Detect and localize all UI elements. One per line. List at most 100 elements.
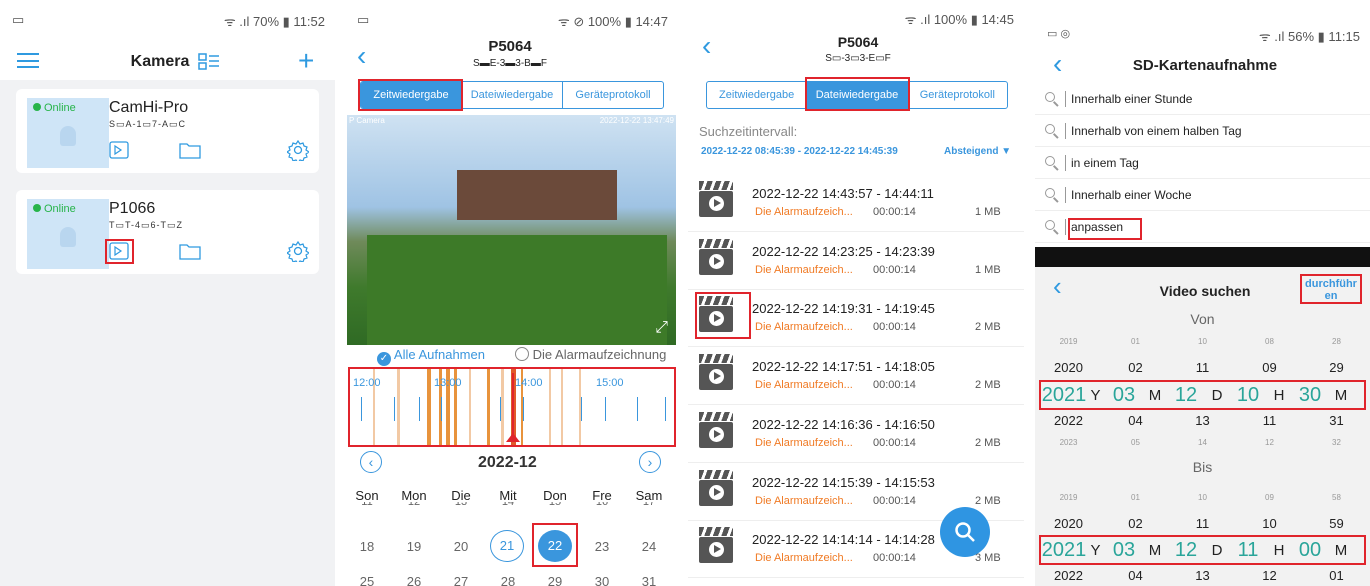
picker-selected-row[interactable]: 2021 Y 03 M 12 D 10 H 30 M: [1039, 380, 1366, 410]
back-icon[interactable]: ‹: [357, 40, 366, 72]
tab-file-playback[interactable]: Dateiwiedergabe: [462, 82, 563, 108]
radio-unchecked-icon: [515, 347, 529, 361]
picker-value: 2021: [1041, 383, 1087, 406]
folder-icon[interactable]: [179, 141, 201, 164]
fullscreen-icon[interactable]: ⤢: [655, 319, 668, 337]
back-icon[interactable]: ‹: [1053, 48, 1062, 80]
tab-device-log[interactable]: Geräteprotokoll: [908, 82, 1007, 108]
add-icon[interactable]: +: [298, 47, 314, 75]
tab-time-playback[interactable]: Zeitwiedergabe: [361, 82, 462, 108]
calendar-day[interactable]: 24: [629, 539, 669, 554]
recording-marker: [469, 369, 471, 445]
camera-name: CamHi-Pro: [109, 99, 189, 116]
settings-gear-icon[interactable]: [285, 240, 311, 267]
camera-thumbnail[interactable]: Online: [27, 199, 109, 269]
picker-unit: Y: [1090, 386, 1101, 404]
timeline-tick: [637, 397, 638, 421]
camera-card[interactable]: Online CamHi-Pro S▭A-1▭7-A▭C: [16, 89, 319, 173]
calendar-day[interactable]: 20: [441, 539, 481, 554]
calendar-day[interactable]: 12: [394, 502, 434, 508]
radio-all-recordings[interactable]: ✓ Alle Aufnahmen: [377, 347, 485, 366]
calendar-day-selected[interactable]: 22: [538, 530, 572, 562]
picker-title: Video suchen: [1159, 283, 1251, 299]
search-button[interactable]: [940, 507, 990, 557]
picker-value: 09: [1262, 360, 1277, 375]
picker-value: 11: [1237, 538, 1259, 561]
calendar-day[interactable]: 27: [441, 574, 481, 586]
picker-value: 2020: [1054, 516, 1083, 531]
calendar-day[interactable]: 15: [535, 502, 575, 508]
recording-size: 2 MB: [975, 321, 1001, 333]
picker-row: 2020 02 11 09 29: [1035, 360, 1370, 375]
recording-row[interactable]: 2022-12-22 14:23:25 - 14:23:39 Die Alarm…: [688, 227, 1024, 290]
calendar-day-recorded[interactable]: 21: [490, 530, 524, 562]
picker-value: 13: [1195, 413, 1210, 428]
device-serial: S▬E-3▬3-B▬F: [473, 58, 547, 69]
calendar-day[interactable]: 18: [347, 539, 387, 554]
calendar-day[interactable]: 16: [582, 502, 622, 508]
search-option[interactable]: Innerhalb von einem halben Tag: [1035, 115, 1370, 147]
timeline[interactable]: 12:00 13:00 14:00 15:00: [349, 368, 675, 446]
page-title: SD-Kartenaufnahme: [1132, 57, 1278, 74]
option-label: Innerhalb von einem halben Tag: [1071, 124, 1242, 138]
camera-thumbnail[interactable]: Online: [27, 98, 109, 168]
recording-time: 2022-12-22 14:15:39 - 14:15:53: [752, 475, 935, 490]
search-option[interactable]: in einem Tag: [1035, 147, 1370, 179]
search-option[interactable]: anpassen: [1035, 211, 1370, 243]
calendar-day[interactable]: 31: [629, 574, 669, 586]
execute-button[interactable]: durchführen: [1300, 274, 1362, 304]
next-month-icon[interactable]: ›: [639, 451, 661, 473]
playback-icon[interactable]: [109, 141, 129, 164]
tab-time-playback[interactable]: Zeitwiedergabe: [707, 82, 808, 108]
calendar-day[interactable]: 13: [441, 502, 481, 508]
calendar-day[interactable]: 28: [488, 574, 528, 586]
picker-value: 12: [1174, 383, 1198, 406]
calendar-day[interactable]: 26: [394, 574, 434, 586]
calendar-day[interactable]: 30: [582, 574, 622, 586]
tab-file-playback[interactable]: Dateiwiedergabe: [807, 82, 908, 108]
grid-view-icon[interactable]: [198, 53, 220, 76]
calendar-day[interactable]: 19: [394, 539, 434, 554]
folder-icon[interactable]: [179, 242, 201, 265]
screen-time-playback: ▭ ᯤ ⊘ 100% ▮ 14:47 ‹ P5064 S▬E-3▬3-B▬F Z…: [345, 0, 678, 586]
camera-snapshot[interactable]: P Camera 2022-12-22 13:47:49 ⤢: [347, 115, 676, 345]
picker-back-icon[interactable]: ‹: [1053, 271, 1062, 302]
calendar-day[interactable]: 23: [582, 539, 622, 554]
online-dot: [33, 103, 41, 111]
current-time-cursor[interactable]: [512, 373, 514, 439]
calendar-month: 2022-12: [478, 454, 537, 471]
calendar-day[interactable]: 25: [347, 574, 387, 586]
recording-marker: [397, 369, 400, 445]
status-left: ▭: [357, 12, 370, 27]
recording-row[interactable]: 2022-12-22 14:43:57 - 14:44:11 Die Alarm…: [688, 169, 1024, 232]
camera-card[interactable]: Online P1066 T▭T-4▭6-T▭Z: [16, 190, 319, 274]
date-picker[interactable]: ‹ Video suchen durchführen Von 2019 01 10 0…: [1035, 267, 1370, 586]
settings-gear-icon[interactable]: [285, 139, 311, 166]
search-option[interactable]: Innerhalb einer Woche: [1035, 179, 1370, 211]
menu-icon[interactable]: [17, 53, 39, 68]
calendar-day[interactable]: 11: [347, 502, 387, 508]
picker-value: 03: [1112, 383, 1136, 406]
recording-row[interactable]: 2022-12-22 14:17:51 - 14:18:05 Die Alarm…: [688, 342, 1024, 405]
picker-row: 2019 01 10 09 58: [1035, 493, 1370, 502]
radio-alarm-recording[interactable]: Die Alarmaufzeichnung: [515, 347, 666, 362]
calendar-day[interactable]: 29: [535, 574, 575, 586]
video-clip-icon: [699, 470, 733, 506]
picker-unit: M: [1334, 541, 1348, 559]
sort-dropdown[interactable]: Absteigend ▼: [944, 146, 1011, 157]
picker-value: 04: [1128, 413, 1143, 428]
recording-row[interactable]: 2022-12-22 14:19:31 - 14:19:45 Die Alarm…: [688, 284, 1024, 347]
tab-device-log[interactable]: Geräteprotokoll: [563, 82, 663, 108]
recording-row[interactable]: 2022-12-22 14:16:36 - 14:16:50 Die Alarm…: [688, 400, 1024, 463]
recording-marker: [549, 369, 551, 445]
prev-month-icon[interactable]: ‹: [360, 451, 382, 473]
calendar-day[interactable]: 17: [629, 502, 669, 508]
picker-value: 2021: [1041, 538, 1087, 561]
picker-selected-row[interactable]: 2021 Y 03 M 12 D 11 H 00 M: [1039, 535, 1366, 565]
calendar-day[interactable]: 14: [488, 502, 528, 508]
playback-icon[interactable]: [109, 242, 129, 265]
search-option[interactable]: Innerhalb einer Stunde: [1035, 83, 1370, 115]
recording-type: Die Alarmaufzeich...: [755, 321, 853, 333]
back-icon[interactable]: ‹: [702, 30, 711, 62]
picker-value: 30: [1298, 383, 1322, 406]
